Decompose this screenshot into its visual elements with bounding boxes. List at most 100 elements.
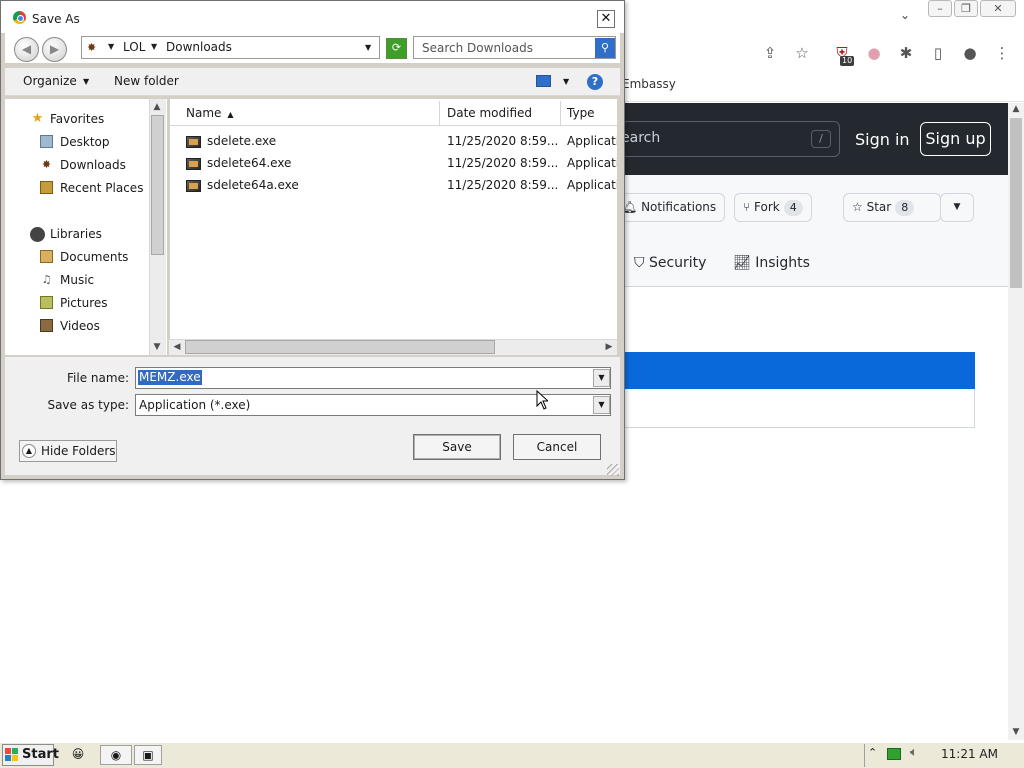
breadcrumb-arrow-icon[interactable]: ▼ xyxy=(108,42,114,51)
nav-downloads[interactable]: Downloads xyxy=(60,158,126,172)
sign-up-button[interactable]: Sign up xyxy=(920,122,991,156)
breadcrumb-downloads[interactable]: Downloads xyxy=(166,40,232,54)
nav-documents[interactable]: Documents xyxy=(60,250,128,264)
file-name: sdelete64.exe xyxy=(207,156,292,170)
tab-insights[interactable]: 📈︎ Insights xyxy=(733,255,810,271)
file-name: sdelete.exe xyxy=(207,134,277,148)
tray-expand-icon[interactable]: ⌃ xyxy=(868,746,877,759)
downloads-folder-icon: ✸ xyxy=(41,158,52,171)
bookmark-item-embassy[interactable]: Embassy xyxy=(622,77,676,91)
fork-icon: ⑂ xyxy=(743,200,755,214)
tab-search-chevron-icon[interactable]: ⌄ xyxy=(896,8,914,24)
bookmark-star-icon[interactable]: ☆ xyxy=(792,43,812,63)
clock[interactable]: 11:21 AM xyxy=(941,747,998,761)
restore-button[interactable]: ❐ xyxy=(954,0,978,17)
scroll-right-arrow-icon[interactable]: ▶ xyxy=(601,342,617,352)
page-scrollbar-thumb[interactable] xyxy=(1010,118,1022,288)
search-input[interactable]: Search Downloads xyxy=(413,36,616,59)
forward-arrow-icon[interactable]: ▶ xyxy=(42,37,67,62)
back-arrow-icon[interactable]: ◀ xyxy=(14,37,39,62)
sign-in-link[interactable]: Sign in xyxy=(855,130,910,149)
extensions-puzzle-icon[interactable]: ✱ xyxy=(896,43,916,63)
star-button[interactable]: ☆ Star 8 xyxy=(843,193,941,222)
file-date: 11/25/2020 8:59... xyxy=(447,178,559,192)
dialog-title: Save As xyxy=(32,12,80,26)
close-window-button[interactable]: ✕ xyxy=(980,0,1016,17)
address-history-dropdown-icon[interactable]: ▼ xyxy=(365,43,371,52)
dialog-title-bar[interactable] xyxy=(1,1,624,33)
file-name-input[interactable] xyxy=(135,367,611,389)
pictures-icon xyxy=(40,296,53,309)
breadcrumb-lol[interactable]: LOL xyxy=(123,40,145,54)
file-type: Applicati xyxy=(567,134,617,148)
cancel-button[interactable]: Cancel xyxy=(513,434,601,460)
save-as-type-dropdown-icon[interactable]: ▼ xyxy=(593,396,610,414)
nav-libraries[interactable]: Libraries xyxy=(50,227,102,241)
resize-grip-icon[interactable] xyxy=(607,464,619,476)
search-icon[interactable]: ⚲ xyxy=(595,38,615,58)
file-name: sdelete64a.exe xyxy=(207,178,299,192)
scroll-down-arrow-icon[interactable]: ▼ xyxy=(149,342,165,352)
new-folder-button[interactable]: New folder xyxy=(114,74,179,88)
taskbar-app-icon[interactable]: ▣ xyxy=(134,745,162,765)
notifications-button[interactable]: 🔔︎ Notifications xyxy=(614,193,726,222)
fork-count: 4 xyxy=(783,200,803,216)
desktop-icon xyxy=(40,135,53,148)
organize-dropdown-icon[interactable]: ▼ xyxy=(83,77,89,86)
taskbar-chrome-icon[interactable]: ◉ xyxy=(100,745,132,765)
file-row[interactable]: sdelete.exe 11/25/2020 8:59... Applicati xyxy=(186,133,617,153)
volume-icon[interactable]: 🔈︎ xyxy=(910,745,918,760)
help-icon[interactable]: ? xyxy=(587,74,603,90)
dialog-close-button[interactable]: ✕ xyxy=(597,10,615,28)
nav-recent-places[interactable]: Recent Places xyxy=(60,181,143,195)
browser-menu-icon[interactable]: ⋮ xyxy=(992,43,1012,63)
side-panel-icon[interactable]: ▯ xyxy=(928,43,948,63)
nav-music[interactable]: Music xyxy=(60,273,94,287)
file-type: Applicati xyxy=(567,178,617,192)
views-icon[interactable] xyxy=(536,75,551,87)
highlighted-row[interactable] xyxy=(620,352,975,389)
scroll-down-arrow-icon[interactable]: ▼ xyxy=(1008,727,1024,737)
libraries-icon xyxy=(30,227,45,242)
share-icon[interactable]: ⇪ xyxy=(760,43,780,63)
sort-ascending-icon: ▲ xyxy=(227,110,234,119)
column-header-name[interactable]: Name ▲ xyxy=(180,101,440,125)
star-count: 8 xyxy=(895,200,915,216)
profile-avatar-icon[interactable]: ● xyxy=(960,43,980,63)
refresh-icon[interactable]: ⟳ xyxy=(386,38,407,59)
scroll-left-arrow-icon[interactable]: ◀ xyxy=(169,342,185,352)
nav-pane-scrollbar-thumb[interactable] xyxy=(151,115,164,255)
scroll-up-arrow-icon[interactable]: ▲ xyxy=(149,102,165,112)
file-row[interactable]: sdelete64a.exe 11/25/2020 8:59... Applic… xyxy=(186,177,617,197)
favorites-star-icon: ★ xyxy=(31,111,44,126)
tab-security[interactable]: ⛉ Security xyxy=(634,255,706,271)
scroll-up-arrow-icon[interactable]: ▲ xyxy=(1008,104,1024,114)
nav-videos[interactable]: Videos xyxy=(60,319,100,333)
breadcrumb-arrow-icon[interactable]: ▼ xyxy=(151,42,157,51)
organize-button[interactable]: Organize xyxy=(23,74,77,88)
nav-pictures[interactable]: Pictures xyxy=(60,296,108,310)
quick-launch-icon[interactable]: 😀︎ xyxy=(66,745,90,765)
nav-desktop[interactable]: Desktop xyxy=(60,135,110,149)
views-dropdown-icon[interactable]: ▼ xyxy=(563,77,569,86)
file-type: Applicati xyxy=(567,156,617,170)
network-icon[interactable] xyxy=(887,748,901,760)
file-row[interactable]: sdelete64.exe 11/25/2020 8:59... Applica… xyxy=(186,155,617,175)
nav-favorites[interactable]: Favorites xyxy=(50,112,104,126)
star-dropdown-button[interactable]: ▼ xyxy=(940,193,974,222)
github-search-input[interactable]: earch xyxy=(620,121,840,157)
save-button[interactable]: Save xyxy=(413,434,501,460)
column-header-date-modified[interactable]: Date modified xyxy=(441,101,561,125)
save-as-dialog: Save As ✕ ◀ ▶ ✸ ▼ LOL ▼ Downloads ▼ ⟳ Se… xyxy=(0,0,625,480)
file-name-dropdown-icon[interactable]: ▼ xyxy=(593,369,610,387)
column-header-type[interactable]: Type xyxy=(561,101,617,125)
extension-badge: 10 xyxy=(840,56,855,66)
file-name-value[interactable]: MEMZ.exe xyxy=(138,370,202,385)
documents-icon xyxy=(40,250,53,263)
exe-file-icon xyxy=(186,136,201,148)
minimize-button[interactable]: – xyxy=(928,0,952,17)
file-date: 11/25/2020 8:59... xyxy=(447,134,559,148)
extension-flag-icon[interactable]: ● xyxy=(864,43,884,63)
file-list-scrollbar-thumb[interactable] xyxy=(185,340,495,354)
fork-button[interactable]: ⑂ Fork 4 xyxy=(734,193,812,222)
